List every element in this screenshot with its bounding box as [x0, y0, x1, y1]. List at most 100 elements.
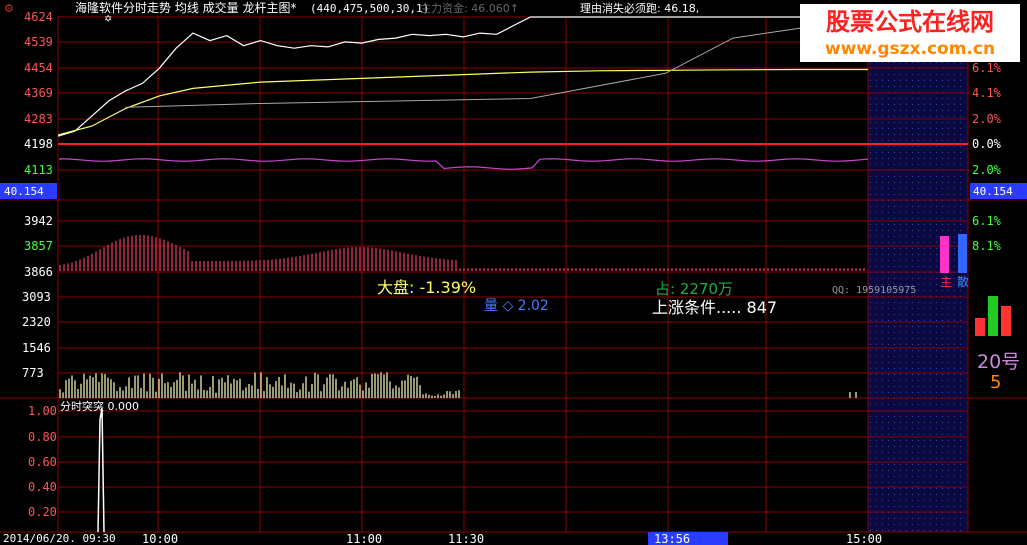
shade-dot: [948, 110, 949, 111]
shade-dot: [912, 248, 913, 249]
shade-dot: [900, 308, 901, 309]
shade-dot: [930, 146, 931, 147]
shade-dot: [888, 326, 889, 327]
shade-dot: [948, 416, 949, 417]
shade-dot: [882, 392, 883, 393]
shade-dot: [948, 386, 949, 387]
shade-dot: [894, 194, 895, 195]
shade-dot: [936, 146, 937, 147]
shade-dot: [882, 110, 883, 111]
shade-dot: [870, 518, 871, 519]
shade-dot: [882, 464, 883, 465]
shade-dot: [918, 206, 919, 207]
shade-dot: [912, 188, 913, 189]
shade-dot: [870, 134, 871, 135]
shade-dot: [954, 356, 955, 357]
shade-dot: [876, 338, 877, 339]
shade-dot: [888, 236, 889, 237]
shade-dot: [906, 482, 907, 483]
shade-dot: [960, 188, 961, 189]
shade-dot: [876, 446, 877, 447]
shade-dot: [918, 278, 919, 279]
shade-dot: [894, 302, 895, 303]
shade-dot: [876, 368, 877, 369]
shade-dot: [960, 458, 961, 459]
shade-dot: [948, 362, 949, 363]
shade-dot: [954, 302, 955, 303]
shade-dot: [906, 458, 907, 459]
shade-dot: [906, 266, 907, 267]
shade-dot: [924, 428, 925, 429]
shade-dot: [918, 482, 919, 483]
shade-dot: [948, 134, 949, 135]
shade-dot: [930, 452, 931, 453]
shade-dot: [942, 422, 943, 423]
shade-dot: [912, 500, 913, 501]
value-axes: 4624 4539 4454 4369 4283 4198 4113 6.1% 4.1% 2.0%…: [22, 10, 1002, 519]
shade-dot: [882, 74, 883, 75]
shade-dot: [948, 452, 949, 453]
shade-dot: [954, 380, 955, 381]
shade-dot: [876, 482, 877, 483]
shade-dot: [960, 224, 961, 225]
volume-tick: 773: [22, 366, 44, 380]
shade-dot: [912, 254, 913, 255]
shade-dot: [900, 500, 901, 501]
shade-dot: [930, 356, 931, 357]
shade-dot: [882, 350, 883, 351]
menu-icon[interactable]: ⚙: [4, 2, 14, 15]
shade-dot: [888, 386, 889, 387]
shade-dot: [882, 494, 883, 495]
shade-dot: [936, 500, 937, 501]
shade-dot: [960, 86, 961, 87]
price-tick: 4369: [24, 86, 53, 100]
shade-dot: [960, 386, 961, 387]
shade-dot: [942, 506, 943, 507]
qq-label: QQ: 1959105975: [832, 285, 916, 296]
shade-dot: [960, 320, 961, 321]
shade-dot: [906, 428, 907, 429]
shade-dot: [870, 224, 871, 225]
shade-dot: [960, 302, 961, 303]
shade-dot: [888, 146, 889, 147]
shade-dot: [936, 530, 937, 531]
shade-dot: [870, 152, 871, 153]
chart-grid: [0, 16, 1027, 533]
shade-dot: [942, 428, 943, 429]
shade-dot: [906, 434, 907, 435]
shade-dot: [900, 518, 901, 519]
shade-dot: [876, 362, 877, 363]
shade-dot: [912, 128, 913, 129]
shade-dot: [936, 212, 937, 213]
shade-dot: [900, 62, 901, 63]
shade-dot: [942, 206, 943, 207]
shade-dot: [900, 266, 901, 267]
shade-dot: [900, 476, 901, 477]
shade-dot: [876, 302, 877, 303]
shade-dot: [900, 158, 901, 159]
shade-dot: [954, 320, 955, 321]
shade-dot: [960, 104, 961, 105]
shade-dot: [888, 254, 889, 255]
shade-dot: [894, 374, 895, 375]
shade-dot: [948, 482, 949, 483]
shade-dot: [870, 254, 871, 255]
mid-pct-tick: 8.1%: [972, 239, 1002, 253]
shade-dot: [894, 506, 895, 507]
shade-dot: [906, 440, 907, 441]
shade-dot: [912, 416, 913, 417]
shade-dot: [888, 194, 889, 195]
shade-dot: [870, 86, 871, 87]
shade-dot: [900, 368, 901, 369]
shade-dot: [876, 314, 877, 315]
shade-dot: [942, 470, 943, 471]
shade-dot: [882, 62, 883, 63]
shade-dot: [960, 134, 961, 135]
shade-dot: [948, 230, 949, 231]
shade-dot: [930, 434, 931, 435]
shade-dot: [912, 140, 913, 141]
shade-dot: [906, 368, 907, 369]
logo-title: 股票公式在线网: [826, 8, 994, 36]
shade-dot: [876, 212, 877, 213]
shade-dot: [870, 242, 871, 243]
